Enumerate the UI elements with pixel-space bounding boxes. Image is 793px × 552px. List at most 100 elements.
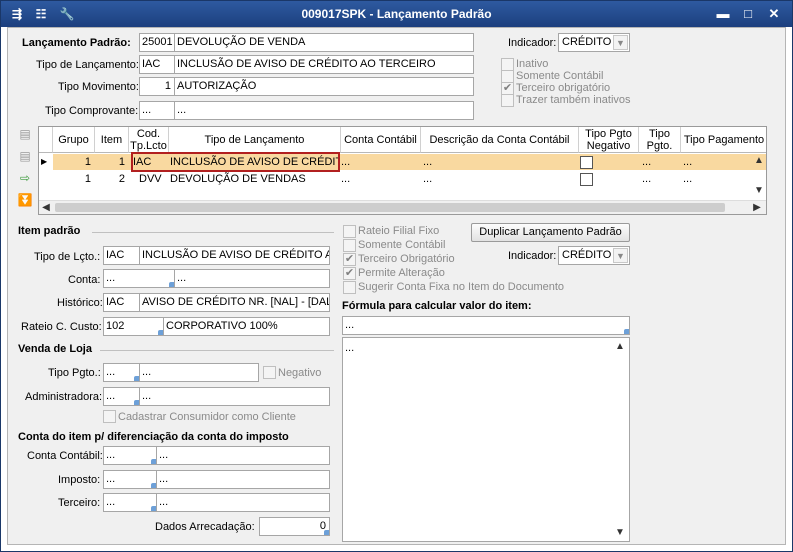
rateio-desc-field[interactable]: CORPORATIVO 100% [163, 317, 330, 336]
indicador-label: Indicador: [508, 37, 557, 49]
historico-desc-field[interactable]: AVISO DE CRÉDITO NR. [NAL] - [DAL] [139, 293, 330, 312]
indicador-item-value: CRÉDITO [562, 249, 612, 261]
negativo-label: Negativo [278, 367, 322, 379]
cell-item[interactable]: 2 [95, 171, 127, 187]
conta-contabil-code-value: ... [106, 449, 116, 461]
terceiro-code-field[interactable]: ... [103, 493, 157, 512]
tipo-comp-desc-field[interactable]: ... [174, 101, 474, 120]
cell-tipo-pagamento[interactable]: ... [683, 171, 692, 187]
somente-contabil-item-label: Somente Contábil [358, 239, 446, 251]
scroll-down-icon[interactable]: ▼ [752, 184, 766, 198]
tipo-lanc-code-field[interactable]: IAC [139, 55, 175, 74]
col-descricao-conta[interactable]: Descrição da Conta Contábil [421, 127, 579, 153]
negativo-checkbox[interactable] [263, 366, 276, 379]
administradora-code-field[interactable]: ... [103, 387, 140, 406]
duplicar-button[interactable]: Duplicar Lançamento Padrão [471, 223, 630, 242]
conta-label: Conta: [68, 274, 101, 286]
lookup-icon[interactable] [324, 530, 329, 535]
somente-contabil-item-checkbox[interactable] [343, 239, 356, 252]
scroll-thumb[interactable] [55, 203, 725, 212]
tipo-lcto-code-field[interactable]: IAC [103, 246, 140, 265]
permite-alteracao-label: Permite Alteração [358, 267, 445, 279]
export-icon[interactable]: ⇨ [16, 170, 34, 186]
sugerir-conta-checkbox[interactable] [343, 281, 356, 294]
scroll-left-icon[interactable]: ◀ [39, 201, 53, 214]
tipo-pgto-desc-field[interactable]: ... [139, 363, 259, 382]
rateio-filial-checkbox[interactable] [343, 225, 356, 238]
conta-contabil-code-field[interactable]: ... [103, 446, 157, 465]
historico-label: Histórico: [57, 297, 103, 309]
chevron-down-icon[interactable]: ▼ [613, 35, 628, 50]
rateio-code-field[interactable]: 102 [103, 317, 164, 336]
col-cod[interactable]: Cod. Tp.Lcto [129, 127, 169, 153]
dados-arrecadacao-field[interactable]: 0 [259, 517, 330, 536]
chevron-down-icon[interactable]: ▼ [613, 248, 628, 263]
cell-descricao[interactable]: ... [423, 154, 432, 170]
cell-tipo-pgto[interactable]: ... [642, 154, 651, 170]
trazer-inativos-checkbox[interactable] [501, 94, 514, 107]
indicador-item-label: Indicador: [508, 250, 557, 262]
col-grupo[interactable]: Grupo [53, 127, 95, 153]
tipo-comp-code-field[interactable]: ... [139, 101, 175, 120]
lanc-padrao-code-field[interactable]: 25001 [139, 33, 175, 52]
indicador-value: CRÉDITO [562, 36, 612, 48]
window-title: 009017SPK - Lançamento Padrão [301, 7, 492, 21]
formula-memo[interactable]: ... ▲ ▼ [342, 337, 630, 542]
scroll-right-icon[interactable]: ▶ [750, 201, 764, 214]
imposto-desc-field[interactable]: ... [156, 470, 330, 489]
tipo-pgto-code-field[interactable]: ... [103, 363, 140, 382]
col-tipo-pgto[interactable]: Tipo Pgto. [639, 127, 681, 153]
minimize-button[interactable]: ▬ [713, 4, 733, 24]
conta-desc-field[interactable]: ... [174, 269, 330, 288]
cell-conta[interactable]: ... [341, 154, 350, 170]
cell-grupo[interactable]: 1 [53, 171, 93, 187]
cell-cod[interactable]: DVV [139, 171, 169, 187]
formula-field[interactable]: ... [342, 316, 630, 335]
maximize-button[interactable]: □ [738, 4, 758, 24]
col-item[interactable]: Item [95, 127, 129, 153]
permite-alteracao-checkbox[interactable]: ✔ [343, 267, 356, 280]
tipo-lanc-desc-field[interactable]: INCLUSÃO DE AVISO DE CRÉDITO AO TERCEIRO [174, 55, 474, 74]
horizontal-scrollbar[interactable]: ◀ ▶ [39, 200, 766, 214]
add-row-icon[interactable]: ▤ [16, 126, 34, 142]
selected-cell-frame [131, 152, 340, 172]
historico-code-field[interactable]: IAC [103, 293, 140, 312]
col-tipo-lancamento[interactable]: Tipo de Lançamento [169, 127, 341, 153]
tipo-lcto-desc-field[interactable]: INCLUSÃO DE AVISO DE CRÉDITO AO [139, 246, 330, 265]
terceiro-obrigatorio-item-label: Terceiro Obrigatório [358, 253, 455, 265]
indicador-item-select[interactable]: CRÉDITO ▼ [558, 246, 630, 265]
scroll-up-icon[interactable]: ▲ [752, 154, 766, 168]
col-tipo-pgto-negativo[interactable]: Tipo Pgto Negativo [579, 127, 639, 153]
cell-conta[interactable]: ... [341, 171, 350, 187]
cell-item[interactable]: 1 [95, 154, 127, 170]
scroll-up-icon[interactable]: ▲ [613, 340, 627, 354]
lookup-icon[interactable] [624, 329, 629, 334]
cadastrar-consumidor-checkbox[interactable] [103, 410, 116, 423]
scroll-down-icon[interactable]: ▼ [613, 526, 627, 540]
lanc-padrao-desc-field[interactable]: DEVOLUÇÃO DE VENDA [174, 33, 474, 52]
close-button[interactable]: ✕ [764, 4, 784, 24]
pgto-negativo-checkbox[interactable] [580, 173, 593, 186]
remove-row-icon[interactable]: ▤ [16, 148, 34, 164]
terceiro-desc-field[interactable]: ... [156, 493, 330, 512]
col-conta-contabil[interactable]: Conta Contábil [341, 127, 421, 153]
cell-grupo[interactable]: 1 [53, 154, 93, 170]
terceiro-obrigatorio-label: Terceiro obrigatório [516, 82, 611, 94]
tipo-mov-desc-field[interactable]: AUTORIZAÇÃO [174, 77, 474, 96]
terceiro-obrigatorio-item-checkbox[interactable]: ✔ [343, 253, 356, 266]
tipo-lanc-label: Tipo de Lançamento: [36, 59, 139, 71]
cell-descricao[interactable]: ... [423, 171, 432, 187]
col-tipo-pagamento[interactable]: Tipo Pagamento [681, 127, 766, 153]
conta-code-field[interactable]: ... [103, 269, 175, 288]
cell-tipo-pgto[interactable]: ... [642, 171, 651, 187]
move-down-icon[interactable]: ⏬ [16, 192, 34, 208]
administradora-desc-field[interactable]: ... [139, 387, 330, 406]
pgto-negativo-checkbox[interactable] [580, 156, 593, 169]
cell-tipo[interactable]: DEVOLUÇÃO DE VENDAS [170, 171, 340, 187]
tipo-mov-code-field[interactable]: 1 [139, 77, 175, 96]
indicador-select[interactable]: CRÉDITO ▼ [558, 33, 630, 52]
section-divider [100, 350, 334, 351]
imposto-code-field[interactable]: ... [103, 470, 157, 489]
cell-tipo-pagamento[interactable]: ... [683, 154, 692, 170]
conta-contabil-desc-field[interactable]: ... [156, 446, 330, 465]
